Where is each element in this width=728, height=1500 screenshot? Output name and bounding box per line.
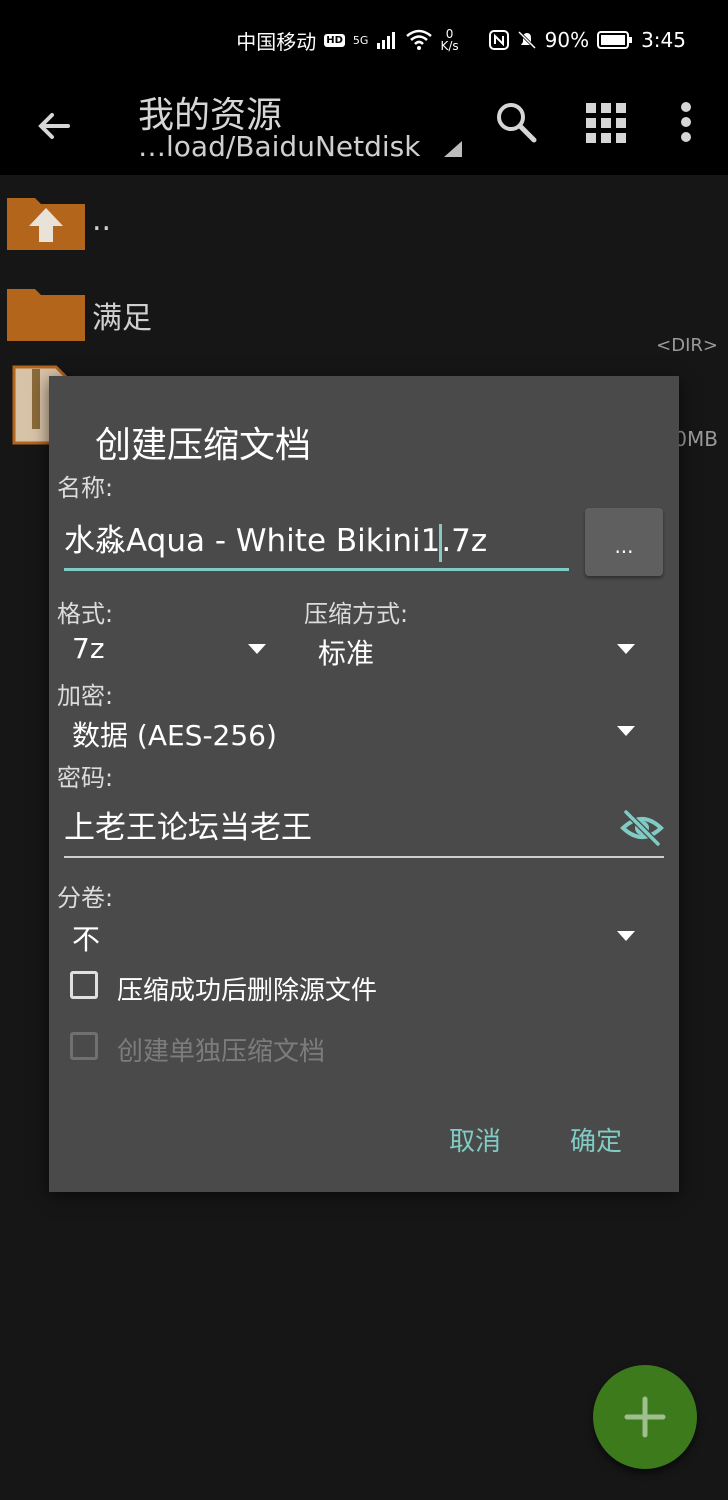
grid-view-button[interactable]	[585, 102, 627, 148]
list-item-name: 满足	[92, 301, 152, 336]
split-dropdown-icon	[617, 931, 635, 941]
separate-archive-checkbox-row: 创建单独压缩文档	[49, 1024, 649, 1074]
format-dropdown-icon	[248, 644, 266, 654]
battery-icon	[597, 31, 633, 49]
status-bar: 中国移动 HD 5G 0 K/s 90% 3:45	[0, 0, 728, 80]
archive-name-input[interactable]: 水淼Aqua - White Bikini1.7z	[64, 514, 569, 571]
list-item-parent[interactable]: ..	[0, 175, 728, 265]
grid-view-icon	[586, 103, 626, 143]
cancel-button[interactable]: 取消	[449, 1121, 501, 1158]
format-select[interactable]: 7z	[49, 624, 279, 674]
net-speed: 0 K/s	[440, 28, 458, 52]
battery-percent: 90%	[544, 28, 590, 52]
encrypt-value: 数据 (AES-256)	[72, 719, 277, 752]
format-value: 7z	[72, 632, 105, 665]
split-value: 不	[72, 923, 101, 956]
path-dropdown-icon[interactable]	[443, 140, 463, 158]
folder-icon	[7, 289, 85, 341]
method-value: 标准	[318, 637, 375, 670]
create-archive-dialog: 创建压缩文档 名称: 水淼Aqua - White Bikini1.7z ...…	[49, 376, 679, 1192]
method-dropdown-icon	[617, 644, 635, 654]
app-bar: 我的资源 …load/BaiduNetdisk	[0, 80, 728, 175]
add-fab-button[interactable]	[593, 1365, 697, 1469]
split-label: 分卷:	[57, 884, 114, 912]
archive-name-text-before: 水淼Aqua - White Bikini1	[64, 523, 441, 559]
current-path[interactable]: …load/BaiduNetdisk	[138, 130, 420, 163]
eye-off-icon[interactable]	[620, 808, 664, 848]
signal-icon	[377, 32, 396, 49]
ok-button[interactable]: 确定	[570, 1121, 622, 1158]
more-options-button[interactable]	[675, 100, 697, 148]
more-vert-icon	[681, 102, 691, 142]
delete-source-checkbox-row[interactable]: 压缩成功后删除源文件	[49, 961, 649, 1011]
password-label: 密码:	[57, 764, 114, 792]
search-button[interactable]	[494, 100, 538, 148]
hd-badge: HD	[324, 33, 345, 47]
method-select[interactable]: 标准	[304, 624, 654, 674]
list-item-type: <DIR>	[656, 335, 718, 356]
carrier-label: 中国移动	[236, 29, 317, 54]
back-arrow-icon	[38, 113, 70, 139]
list-item-name: ..	[92, 203, 112, 238]
list-item-folder[interactable]: 满足 <DIR>	[0, 275, 728, 365]
list-item-size: 0MB	[674, 427, 718, 451]
back-button[interactable]	[30, 102, 78, 150]
archive-name-text-after: .7z	[441, 523, 488, 559]
encrypt-select[interactable]: 数据 (AES-256)	[49, 706, 654, 756]
split-select[interactable]: 不	[49, 911, 654, 961]
delete-source-label: 压缩成功后删除源文件	[117, 976, 378, 1006]
name-label: 名称:	[57, 474, 114, 502]
password-text: 上老王论坛当老王	[64, 810, 312, 846]
separate-archive-checkbox	[70, 1032, 98, 1060]
add-icon	[624, 1396, 666, 1438]
delete-source-checkbox[interactable]	[70, 971, 98, 999]
nfc-icon	[488, 30, 509, 50]
mute-bell-icon	[517, 30, 536, 50]
folder-up-icon	[7, 198, 85, 250]
browse-button[interactable]: ...	[585, 508, 663, 576]
separate-archive-label: 创建单独压缩文档	[117, 1037, 326, 1067]
clock: 3:45	[641, 28, 686, 52]
search-icon	[497, 103, 537, 143]
dialog-title: 创建压缩文档	[95, 425, 312, 466]
signal-type: 5G	[352, 33, 369, 47]
wifi-icon	[406, 29, 433, 50]
encrypt-dropdown-icon	[617, 726, 635, 736]
password-input[interactable]: 上老王论坛当老王	[64, 800, 664, 858]
net-speed-unit: K/s	[440, 39, 459, 53]
